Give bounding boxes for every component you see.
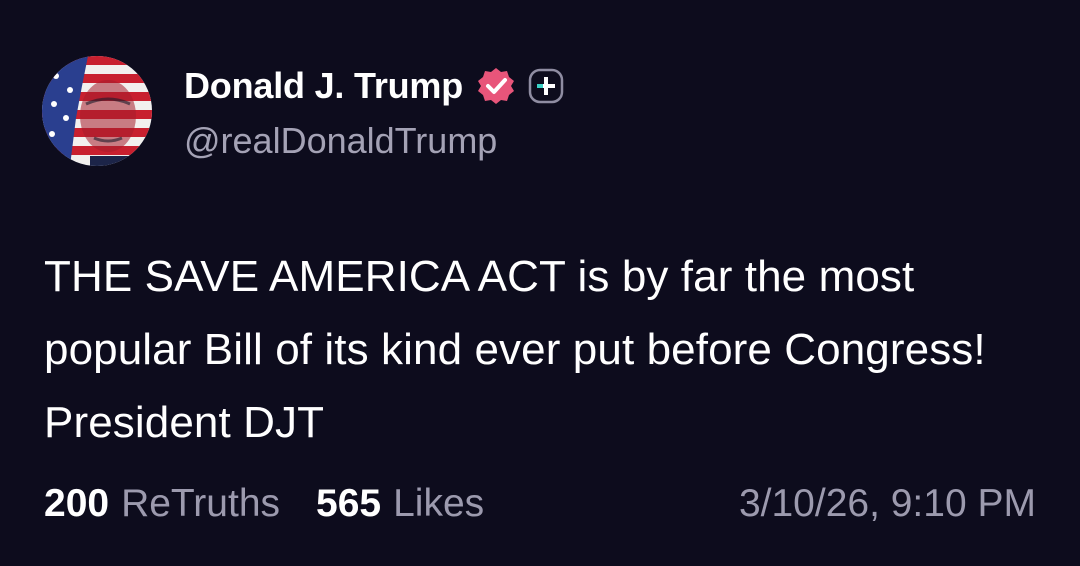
retruths-count: 200 [44,482,110,525]
author-display-name[interactable]: Donald J. Trump [184,65,463,107]
avatar[interactable] [42,56,152,166]
retruths-stat[interactable]: 200 ReTruths [44,482,280,526]
post-text: THE SAVE AMERICA ACT is by far the most … [44,252,986,447]
author-name-row: Donald J. Trump [184,62,564,110]
plus-badge-icon [528,68,564,104]
author-handle[interactable]: @realDonaldTrump [184,120,497,162]
likes-label: Likes [393,482,485,525]
likes-count: 565 [316,482,382,525]
retruths-label: ReTruths [121,482,281,525]
flag-portrait-avatar [42,56,152,166]
post-timestamp[interactable]: 3/10/26, 9:10 PM [739,478,1036,530]
verified-badge-icon [476,66,516,106]
likes-stat[interactable]: 565 Likes [316,482,484,526]
